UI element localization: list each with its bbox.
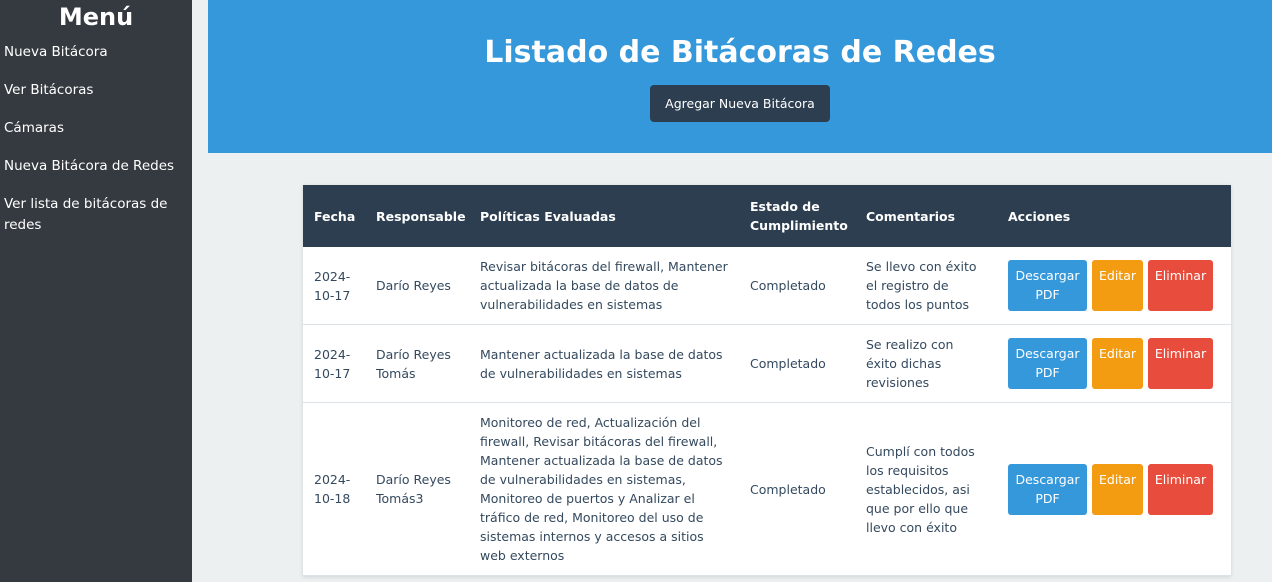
sidebar: Menú Nueva Bitácora Ver Bitácoras Cámara… [0,0,192,582]
sidebar-title: Menú [58,3,134,31]
edit-button[interactable]: Editar [1092,463,1143,515]
cell-politicas: Revisar bitácoras del firewall, Mantener… [469,247,739,325]
delete-button[interactable]: Eliminar [1148,260,1213,311]
add-bitacora-button[interactable]: Agregar Nueva Bitácora [650,85,830,122]
cell-acciones: Descargar PDFEditar Eliminar [997,324,1231,403]
sidebar-item-camaras[interactable]: Cámaras [0,118,192,139]
table-row: 2024-10-17 Darío Reyes Revisar bitácoras… [303,247,1231,325]
cell-estado: Completado [739,324,855,403]
table-row: 2024-10-17 Darío Reyes Tomás Mantener ac… [303,324,1231,403]
sidebar-item-ver-bitacoras[interactable]: Ver Bitácoras [0,80,192,101]
cell-estado: Completado [739,247,855,325]
download-pdf-button[interactable]: Descargar PDF [1008,463,1087,515]
bitacoras-table-container: Fecha Responsable Políticas Evaluadas Es… [303,185,1231,576]
cell-politicas: Monitoreo de red, Actualización del fire… [469,402,739,576]
cell-comentarios: Se realizo con éxito dichas revisiones [855,324,997,403]
delete-button[interactable]: Eliminar [1148,463,1213,515]
column-header-fecha: Fecha [314,208,356,224]
page-title: Listado de Bitácoras de Redes [484,35,996,70]
cell-responsable: Darío Reyes Tomás [365,324,469,403]
column-header-responsable: Responsable [376,208,466,224]
sidebar-item-nueva-bitacora[interactable]: Nueva Bitácora [0,42,192,63]
cell-comentarios: Cumplí con todos los requisitos establec… [855,402,997,576]
download-pdf-button[interactable]: Descargar PDF [1008,338,1087,389]
table-header-row: Fecha Responsable Políticas Evaluadas Es… [303,185,1231,247]
cell-acciones: Descargar PDFEditar Eliminar [997,402,1231,576]
column-header-politicas: Políticas Evaluadas [480,208,616,224]
download-pdf-button[interactable]: Descargar PDF [1008,260,1087,311]
edit-button[interactable]: Editar [1092,338,1143,389]
column-header-estado: Estado de Cumplimiento [750,199,848,233]
edit-button[interactable]: Editar [1092,260,1143,311]
cell-fecha: 2024-10-17 [303,324,365,403]
cell-politicas: Mantener actualizada la base de datos de… [469,324,739,403]
column-header-acciones: Acciones [1008,208,1071,224]
cell-acciones: Descargar PDFEditar Eliminar [997,247,1231,325]
delete-button[interactable]: Eliminar [1148,338,1213,389]
sidebar-item-lista-bitacoras-redes[interactable]: Ver lista de bitácoras de redes [0,194,192,236]
sidebar-item-nueva-bitacora-redes[interactable]: Nueva Bitácora de Redes [0,156,192,177]
cell-responsable: Darío Reyes Tomás3 [365,402,469,576]
page-header: Listado de Bitácoras de Redes Agregar Nu… [208,0,1272,153]
cell-responsable: Darío Reyes [365,247,469,325]
cell-comentarios: Se llevo con éxito el registro de todos … [855,247,997,325]
table-row: 2024-10-18 Darío Reyes Tomás3 Monitoreo … [303,402,1231,576]
column-header-comentarios: Comentarios [866,208,956,224]
cell-fecha: 2024-10-18 [303,402,365,576]
cell-fecha: 2024-10-17 [303,247,365,325]
bitacoras-table: Fecha Responsable Políticas Evaluadas Es… [303,185,1231,576]
cell-estado: Completado [739,402,855,576]
